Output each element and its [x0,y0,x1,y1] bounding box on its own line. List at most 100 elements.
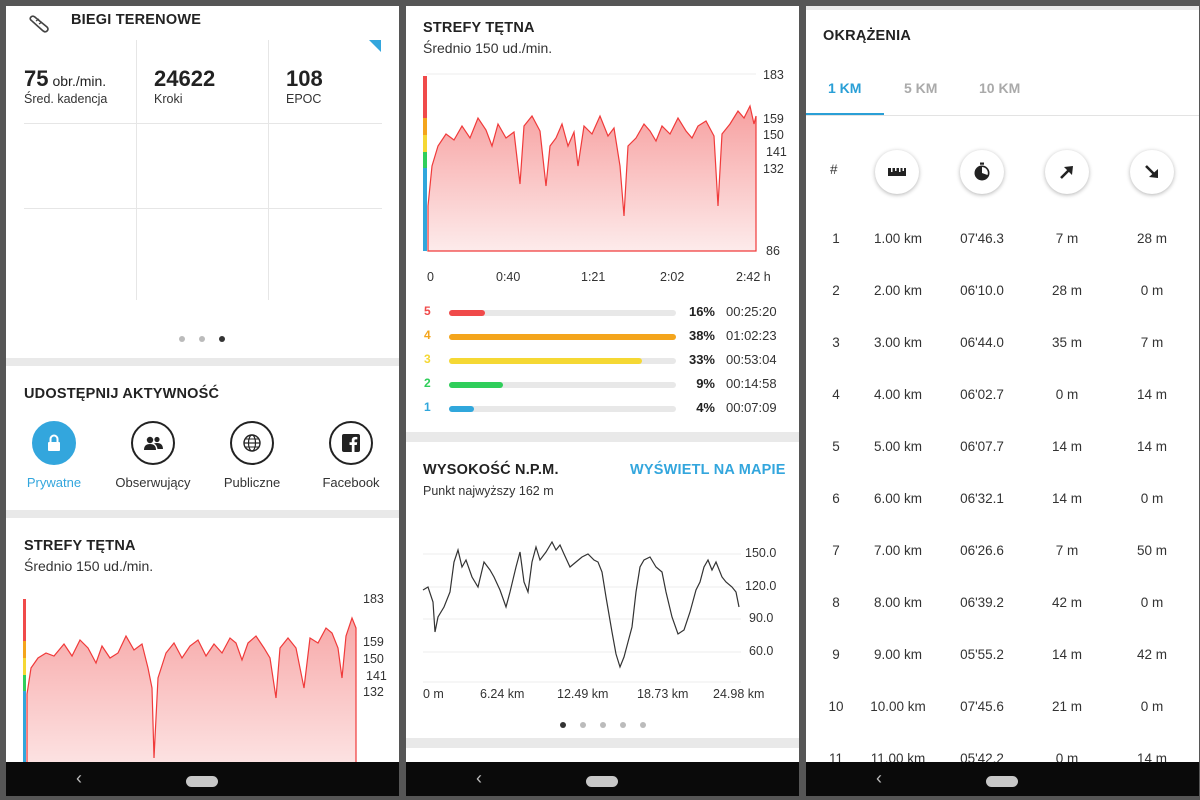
tab-10km[interactable]: 10 KM [979,80,1020,96]
lap-number-header: # [830,162,838,177]
lap-row[interactable]: 1 1.00 km 07'46.3 7 m 28 m [806,231,1199,251]
share-private-button[interactable]: Prywatne [9,421,99,490]
lap-row[interactable]: 7 7.00 km 06'26.6 7 m 50 m [806,543,1199,563]
zone-number: 1 [424,400,431,414]
grid-divider [24,208,382,209]
lap-time: 07'45.6 [960,699,1004,714]
ascent-arrow-icon[interactable] [1045,150,1089,194]
share-activity-card: UDOSTĘPNIJ AKTYWNOŚĆ Prywatne Obserwując… [6,366,399,510]
lap-descent: 0 m [1140,699,1164,714]
android-nav-bar: ‹ [406,762,799,796]
zone-time: 00:14:58 [726,376,777,391]
share-facebook-button[interactable]: Facebook [306,421,396,490]
page-dot[interactable] [179,336,185,342]
lap-number: 1 [832,231,840,246]
lap-ascent: 35 m [1051,335,1082,350]
zone-row: 5 16% 00:25:20 [424,304,784,322]
lap-distance: 6.00 km [873,491,923,506]
lap-distance: 5.00 km [873,439,923,454]
hr-xtick: 2:42 h [736,270,771,284]
page-dot-active[interactable] [560,722,566,728]
zone-row: 2 9% 00:14:58 [424,376,784,394]
page-dot[interactable] [580,722,586,728]
page-dot[interactable] [620,722,626,728]
lap-row[interactable]: 3 3.00 km 06'44.0 35 m 7 m [806,335,1199,355]
zone-bar [449,406,676,412]
altitude-line [422,540,740,669]
share-public-button[interactable]: Publiczne [207,421,297,490]
lap-ascent: 14 m [1051,439,1082,454]
alt-ytick: 150.0 [745,546,777,560]
activity-title: BIEGI TERENOWE [71,12,202,28]
lap-time: 07'46.3 [960,231,1004,246]
alt-ytick: 90.0 [749,611,774,625]
hr-tick: 141 [366,669,387,683]
alt-ytick: 60.0 [749,644,774,658]
android-nav-bar: ‹ [6,762,399,796]
alt-xtick: 6.24 km [480,687,525,701]
zone-bar-fill [449,334,676,340]
tab-5km[interactable]: 5 KM [904,80,937,96]
page-dot[interactable] [640,722,646,728]
page-dot[interactable] [600,722,606,728]
lap-ascent: 42 m [1051,595,1082,610]
zone-band-4 [23,641,26,658]
back-icon[interactable]: ‹ [876,768,882,789]
lap-number: 8 [832,595,840,610]
screen-hr-altitude: STREFY TĘTNA Średnio 150 ud./min. 183 15… [406,6,799,796]
zone-time: 00:53:04 [726,352,777,367]
home-icon[interactable] [186,776,218,787]
stat-steps-value: 24622 [154,66,216,91]
alt-xtick: 18.73 km [637,687,689,701]
stat-cadence-unit: obr./min. [52,73,107,89]
zone-band-4 [423,118,427,135]
lap-time: 06'10.0 [960,283,1004,298]
lock-icon [32,421,76,465]
lap-descent: 0 m [1140,595,1164,610]
lap-row[interactable]: 5 5.00 km 06'07.7 14 m 14 m [806,439,1199,459]
home-icon[interactable] [586,776,618,787]
descent-arrow-icon[interactable] [1130,150,1174,194]
tab-1km[interactable]: 1 KM [828,80,861,96]
trail-running-shoe-icon [29,15,49,33]
lap-distance: 1.00 km [873,231,923,246]
zone-number: 2 [424,376,431,390]
globe-icon [230,421,274,465]
hr-xtick: 1:21 [581,270,606,284]
lap-time: 06'32.1 [960,491,1004,506]
hr-zones-card-preview: STREFY TĘTNA Średnio 150 ud./min. 183 15… [6,518,399,778]
lap-row[interactable]: 8 8.00 km 06'39.2 42 m 0 m [806,595,1199,615]
lap-row[interactable]: 4 4.00 km 06'02.7 0 m 14 m [806,387,1199,407]
lap-descent: 0 m [1140,283,1164,298]
zone-band-3 [23,658,26,675]
lap-row[interactable]: 10 10.00 km 07'45.6 21 m 0 m [806,699,1199,719]
screen-laps: OKRĄŻENIA 1 KM 5 KM 10 KM # 1 1.00 km 07'4… [806,6,1199,796]
back-icon[interactable]: ‹ [476,768,482,789]
share-followers-button[interactable]: Obserwujący [108,421,198,490]
zone-row: 4 38% 01:02:23 [424,328,784,346]
lap-number: 2 [832,283,840,298]
distance-ruler-icon[interactable] [875,150,919,194]
lap-row[interactable]: 9 9.00 km 05'55.2 14 m 42 m [806,647,1199,667]
back-icon[interactable]: ‹ [76,768,82,789]
lap-descent: 14 m [1136,387,1167,402]
page-dot[interactable] [199,336,205,342]
zone-percent: 4% [696,400,715,415]
zone-percent: 33% [688,352,715,367]
home-icon[interactable] [986,776,1018,787]
zone-bar [449,334,676,340]
lap-row[interactable]: 6 6.00 km 06'32.1 14 m 0 m [806,491,1199,511]
share-followers-label: Obserwujący [115,475,191,490]
lap-distance: 2.00 km [873,283,923,298]
lap-distance: 7.00 km [873,543,923,558]
lap-row[interactable]: 2 2.00 km 06'10.0 28 m 0 m [806,283,1199,303]
page-dot-active[interactable] [219,336,225,342]
lap-descent: 14 m [1136,439,1167,454]
hr-tick: 86 [766,244,780,258]
lap-ascent: 21 m [1051,699,1082,714]
stopwatch-icon[interactable] [960,150,1004,194]
altitude-chart [422,540,741,683]
share-facebook-label: Facebook [322,475,380,490]
zone-band-5 [423,76,427,118]
lap-ascent: 14 m [1051,647,1082,662]
